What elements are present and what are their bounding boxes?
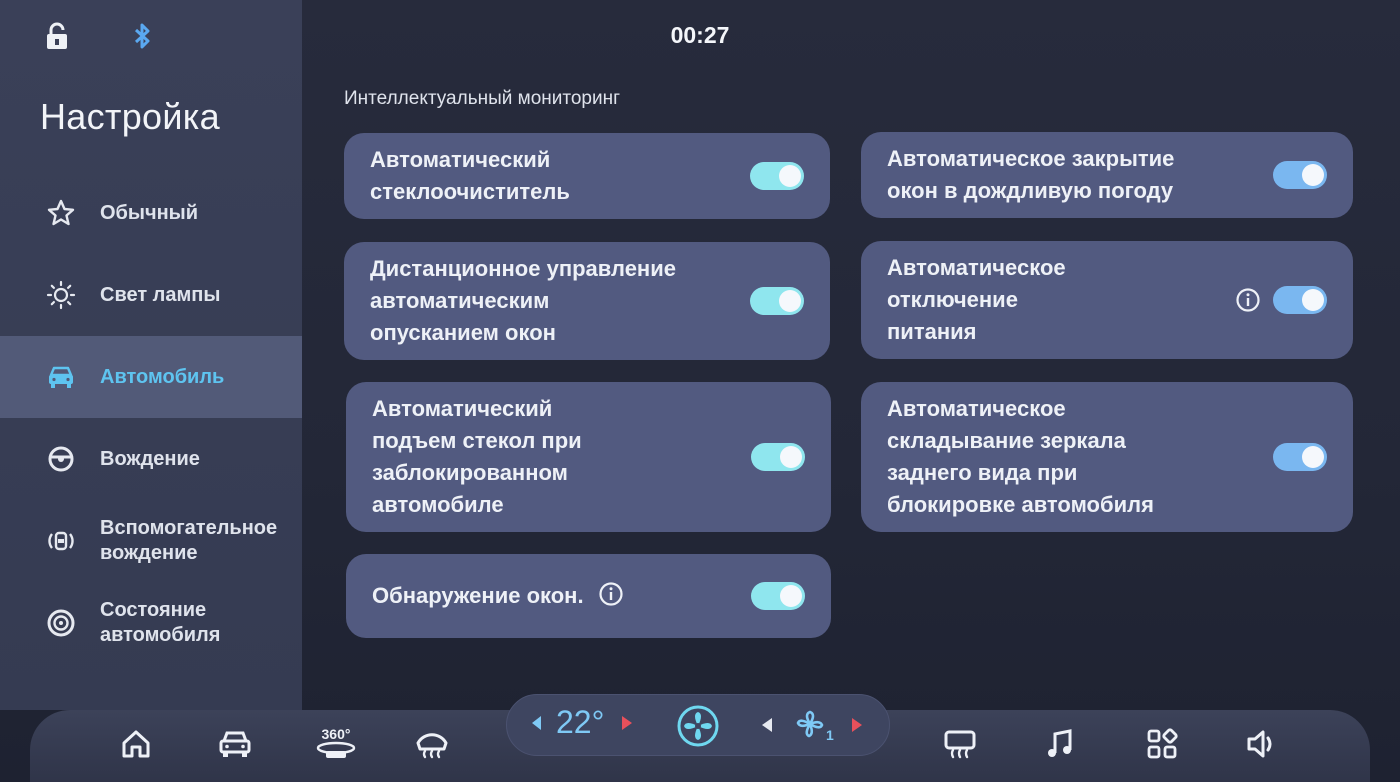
apps-icon[interactable] <box>1142 724 1182 764</box>
auto-wiper-toggle[interactable] <box>750 162 804 190</box>
setting-auto-wiper[interactable]: Автоматический стеклоочиститель <box>344 133 830 219</box>
fan-level: 1 <box>826 727 834 743</box>
sidebar-item-label: Вождение <box>100 447 200 470</box>
clock: 00:27 <box>670 22 730 48</box>
setting-remote-window-lowering[interactable]: Дистанционное управление автоматическим … <box>344 242 830 360</box>
sidebar-item-label: Автомобиль <box>100 365 225 388</box>
sidebar-item-assisted-driving[interactable]: Вспомогательное вождение <box>0 500 302 582</box>
temperature-value: 22° <box>556 704 605 740</box>
star-icon <box>46 198 76 228</box>
setting-label: Обнаружение окон. <box>372 583 584 608</box>
window-detection-toggle[interactable] <box>751 582 805 610</box>
tire-icon <box>46 608 76 638</box>
sidebar-item-label: Вспомогательное вождение <box>100 517 278 564</box>
temp-down-arrow[interactable] <box>532 716 541 730</box>
sidebar-item-vehicle-status[interactable]: Состояние автомобиля <box>0 582 302 664</box>
info-icon[interactable] <box>598 581 624 612</box>
360-view-icon[interactable]: 360° <box>314 724 358 764</box>
volume-icon[interactable] <box>1243 724 1283 764</box>
fan-icon[interactable] <box>676 704 720 748</box>
sidebar-item-label: Свет лампы <box>100 283 221 306</box>
sun-icon <box>46 280 76 310</box>
sidebar: Настройка Обычный Свет лампы Автомобиль … <box>0 0 302 710</box>
mirror-folding-toggle[interactable] <box>1273 443 1327 471</box>
sidebar-item-label: Обычный <box>100 201 199 224</box>
sidebar-item-vehicle[interactable]: Автомобиль <box>0 336 302 418</box>
rear-defrost-icon[interactable] <box>940 724 980 764</box>
remote-window-lowering-toggle[interactable] <box>750 287 804 315</box>
setting-label-group: Обнаружение окон. <box>372 580 751 612</box>
home-icon[interactable] <box>116 724 156 764</box>
auto-close-rain-toggle[interactable] <box>1273 161 1327 189</box>
setting-label: Дистанционное управление автоматическим … <box>370 256 676 345</box>
auto-window-raise-toggle[interactable] <box>751 443 805 471</box>
temp-up-arrow[interactable] <box>622 716 632 730</box>
setting-auto-power-off[interactable]: Автоматическое отключение питания <box>861 241 1353 359</box>
setting-label: Автоматический стеклоочиститель <box>370 147 570 204</box>
assist-driving-icon <box>46 526 76 556</box>
sidebar-item-driving[interactable]: Вождение <box>0 418 302 500</box>
fan-speed-icon: 1 <box>796 708 836 744</box>
sidebar-item-label: Состояние автомобиля <box>100 599 221 646</box>
screen: Настройка Обычный Свет лампы Автомобиль … <box>0 0 1400 782</box>
setting-label: Автоматическое отключение питания <box>887 255 1066 344</box>
car-icon[interactable] <box>215 724 255 764</box>
info-icon[interactable] <box>1235 287 1261 313</box>
front-defrost-icon[interactable] <box>412 724 452 764</box>
setting-auto-close-rain[interactable]: Автоматическое закрытие окон в дождливую… <box>861 132 1353 218</box>
setting-label: Автоматическое закрытие окон в дождливую… <box>887 146 1175 203</box>
360-label: 360° <box>322 726 351 742</box>
page-title: Настройка <box>40 96 220 137</box>
sidebar-item-normal[interactable]: Обычный <box>0 172 302 254</box>
setting-label: Автоматический подъем стекол при заблоки… <box>372 396 582 517</box>
section-title: Интеллектуальный мониторинг <box>344 88 621 109</box>
car-icon <box>46 362 76 392</box>
setting-window-detection[interactable]: Обнаружение окон. <box>346 554 831 638</box>
fan-down-arrow[interactable] <box>762 718 772 732</box>
setting-auto-window-raise-locked[interactable]: Автоматический подъем стекол при заблоки… <box>346 382 831 532</box>
music-icon[interactable] <box>1040 724 1080 764</box>
auto-power-off-toggle[interactable] <box>1273 286 1327 314</box>
sidebar-item-lamp-light[interactable]: Свет лампы <box>0 254 302 336</box>
steering-wheel-icon <box>46 444 76 474</box>
setting-label: Автоматическое складывание зеркала задне… <box>887 396 1154 517</box>
sidebar-nav: Обычный Свет лампы Автомобиль Вождение В… <box>0 172 302 664</box>
fan-up-arrow[interactable] <box>852 718 862 732</box>
setting-mirror-folding[interactable]: Автоматическое складывание зеркала задне… <box>861 382 1353 532</box>
